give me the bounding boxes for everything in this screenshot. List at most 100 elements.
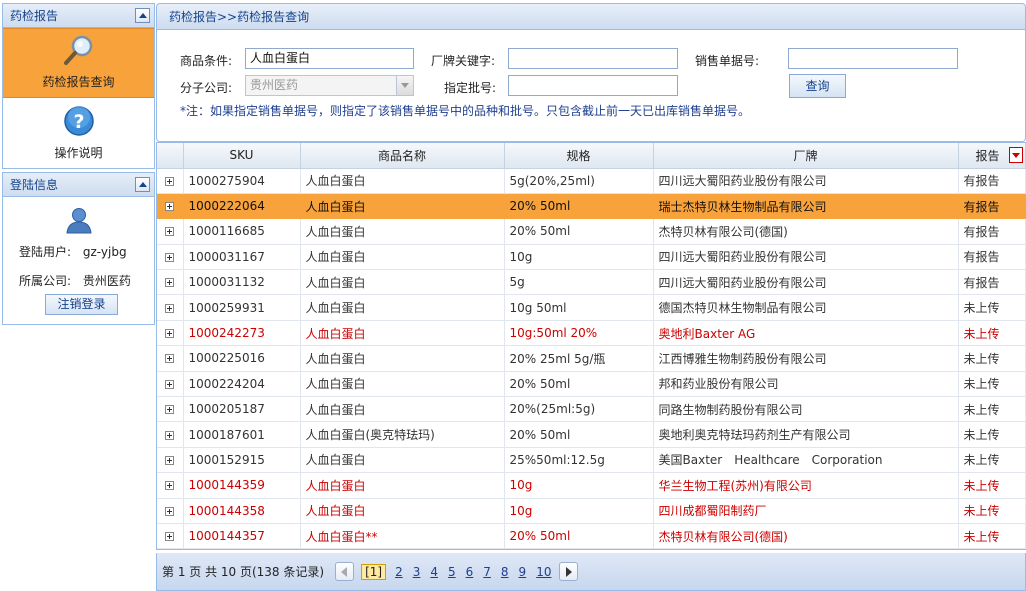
cell-report: 有报告 — [958, 193, 1026, 220]
expand-row-icon[interactable] — [165, 278, 175, 288]
page-link[interactable]: 4 — [430, 565, 438, 579]
table-row[interactable]: 1000031167 人血白蛋白 10g 四川远大蜀阳药业股份有限公司 有报告 — [157, 244, 1026, 271]
table-row[interactable]: 1000144358 人血白蛋白 10g 四川成都蜀阳制药厂 未上传 — [157, 498, 1026, 524]
cell-spec: 20% 50ml — [504, 523, 654, 550]
expand-row-icon[interactable] — [165, 176, 175, 186]
cell-spec: 20% 50ml — [504, 371, 654, 398]
branch-select[interactable]: 贵州医药 — [245, 75, 414, 96]
row-expander-cell — [157, 193, 184, 220]
breadcrumb: 药检报告>>药检报告查询 — [156, 3, 1026, 30]
results-table: SKU 商品名称 规格 厂牌 报告 1000275904 人血白蛋白 5g(20%,… — [157, 143, 1026, 550]
cell-sku: 1000031167 — [183, 244, 301, 271]
page-link[interactable]: 10 — [536, 565, 551, 579]
column-menu-icon[interactable] — [1008, 147, 1023, 163]
row-expander-cell — [157, 472, 184, 499]
cell-name: 人血白蛋白 — [300, 193, 505, 220]
batch-input[interactable] — [508, 75, 678, 96]
brand-keyword-input[interactable] — [508, 48, 678, 69]
table-row[interactable]: 1000187601 人血白蛋白(奥克特珐玛) 20% 50ml 奥地利奥克特珐玛药剂… — [157, 421, 1026, 448]
nav-item-report-query[interactable]: 药检报告查询 — [3, 28, 154, 98]
expand-row-icon[interactable] — [165, 227, 175, 237]
table-row[interactable]: 1000152915 人血白蛋白 25%50ml:12.5g 美国Baxter Hea… — [157, 447, 1026, 474]
login-panel-header[interactable]: 登陆信息 — [3, 173, 154, 197]
cell-sku: 1000259931 — [183, 294, 301, 321]
row-expander-cell — [157, 523, 184, 550]
login-company-value: 贵州医药 — [82, 274, 131, 288]
page-link[interactable]: 3 — [413, 565, 421, 579]
table-row[interactable]: 1000242273 人血白蛋白 10g:50ml 20% 奥地利Baxter AG 未… — [157, 320, 1026, 347]
table-row[interactable]: 1000224204 人血白蛋白 20% 50ml 邦和药业股份有限公司 未上传 — [157, 371, 1026, 398]
table-row[interactable]: 1000144357 人血白蛋白** 20% 50ml 杰特贝林有限公司(德国) 未上传 — [157, 523, 1026, 550]
page-link[interactable]: 9 — [519, 565, 527, 579]
branch-label: 分子公司: — [180, 81, 233, 95]
expand-row-icon[interactable] — [165, 481, 175, 491]
cell-name: 人血白蛋白 — [300, 498, 505, 524]
expand-row-icon[interactable] — [165, 506, 175, 516]
product-input[interactable]: 人血白蛋白 — [245, 48, 414, 69]
expand-row-icon[interactable] — [165, 202, 175, 212]
expand-row-icon[interactable] — [165, 252, 175, 262]
expand-row-icon[interactable] — [165, 430, 175, 440]
column-header-spec[interactable]: 规格 — [504, 143, 654, 169]
next-page-button[interactable] — [559, 562, 579, 581]
expand-row-icon[interactable] — [165, 354, 175, 364]
cell-sku: 1000144359 — [183, 472, 301, 499]
login-body: 登陆用户: gz-yjbg 所属公司: 贵州医药 注销登录 — [3, 197, 154, 324]
table-row[interactable]: 1000225016 人血白蛋白 20% 25ml 5g/瓶 江西博雅生物制药股份有限… — [157, 345, 1026, 372]
collapse-report-panel-button[interactable] — [135, 8, 150, 23]
table-row[interactable]: 1000116685 人血白蛋白 20% 50ml 杰特贝林有限公司(德国) 有报告 — [157, 218, 1026, 245]
product-label: 商品条件: — [180, 54, 233, 68]
login-panel: 登陆信息 登陆用户: gz-yjbg 所属公司: 贵州医药 注销登录 — [2, 172, 155, 325]
column-header-brand[interactable]: 厂牌 — [653, 143, 959, 169]
expand-row-icon[interactable] — [165, 379, 175, 389]
cell-spec: 20% 50ml — [504, 193, 654, 220]
page-link[interactable]: 5 — [448, 565, 456, 579]
login-company-row: 所属公司: 贵州医药 — [19, 272, 131, 289]
cell-brand: 四川远大蜀阳药业股份有限公司 — [653, 269, 959, 296]
query-button[interactable]: 查询 — [789, 74, 846, 98]
report-nav-list: 药检报告查询 ? 操作说明 — [3, 28, 154, 168]
expand-row-icon[interactable] — [165, 455, 175, 465]
table-row[interactable]: 1000275904 人血白蛋白 5g(20%,25ml) 四川远大蜀阳药业股份有限公… — [157, 168, 1026, 194]
expander-header — [157, 143, 184, 169]
report-panel-header[interactable]: 药检报告 — [3, 4, 154, 28]
expand-row-icon[interactable] — [165, 329, 175, 339]
column-header-name[interactable]: 商品名称 — [300, 143, 505, 169]
cell-brand: 美国Baxter Healthcare Corporation — [653, 447, 959, 474]
login-company-label: 所属公司: — [19, 274, 72, 288]
collapse-login-panel-button[interactable] — [135, 177, 150, 192]
cell-report: 未上传 — [958, 498, 1026, 524]
nav-item-help[interactable]: ? 操作说明 — [3, 98, 154, 168]
cell-report: 未上传 — [958, 294, 1026, 321]
login-user-value: gz-yjbg — [82, 245, 127, 259]
page-link[interactable]: 7 — [483, 565, 491, 579]
row-expander-cell — [157, 396, 184, 423]
cell-name: 人血白蛋白 — [300, 294, 505, 321]
column-header-report[interactable]: 报告 — [958, 143, 1026, 169]
cell-brand: 邦和药业股份有限公司 — [653, 371, 959, 398]
cell-sku: 1000224204 — [183, 371, 301, 398]
table-row[interactable]: 1000259931 人血白蛋白 10g 50ml 德国杰特贝林生物制品有限公司 未上传 — [157, 294, 1026, 321]
cell-report: 有报告 — [958, 168, 1026, 194]
prev-page-button[interactable] — [335, 562, 355, 581]
table-row[interactable]: 1000144359 人血白蛋白 10g 华兰生物工程(苏州)有限公司 未上传 — [157, 472, 1026, 499]
table-row[interactable]: 1000031132 人血白蛋白 5g 四川远大蜀阳药业股份有限公司 有报告 — [157, 269, 1026, 296]
table-row[interactable]: 1000222064 人血白蛋白 20% 50ml 瑞士杰特贝林生物制品有限公司 有报告 — [157, 193, 1026, 220]
nav-label-help: 操作说明 — [54, 146, 103, 160]
column-header-sku[interactable]: SKU — [183, 143, 301, 169]
cell-spec: 25%50ml:12.5g — [504, 447, 654, 474]
table-row[interactable]: 1000205187 人血白蛋白 20%(25ml:5g) 同路生物制药股份有限公司未… — [157, 396, 1026, 423]
sales-no-input[interactable] — [788, 48, 958, 69]
page-link[interactable]: 2 — [395, 565, 403, 579]
chevron-down-icon[interactable] — [396, 76, 413, 95]
expand-row-icon[interactable] — [165, 303, 175, 313]
cell-report: 有报告 — [958, 244, 1026, 271]
cell-name: 人血白蛋白 — [300, 345, 505, 372]
page-link[interactable]: 6 — [466, 565, 474, 579]
row-expander-cell — [157, 294, 184, 321]
expand-row-icon[interactable] — [165, 532, 175, 542]
page-link[interactable]: 8 — [501, 565, 509, 579]
expand-row-icon[interactable] — [165, 405, 175, 415]
logout-button[interactable]: 注销登录 — [45, 294, 118, 315]
cell-spec: 10g — [504, 472, 654, 499]
